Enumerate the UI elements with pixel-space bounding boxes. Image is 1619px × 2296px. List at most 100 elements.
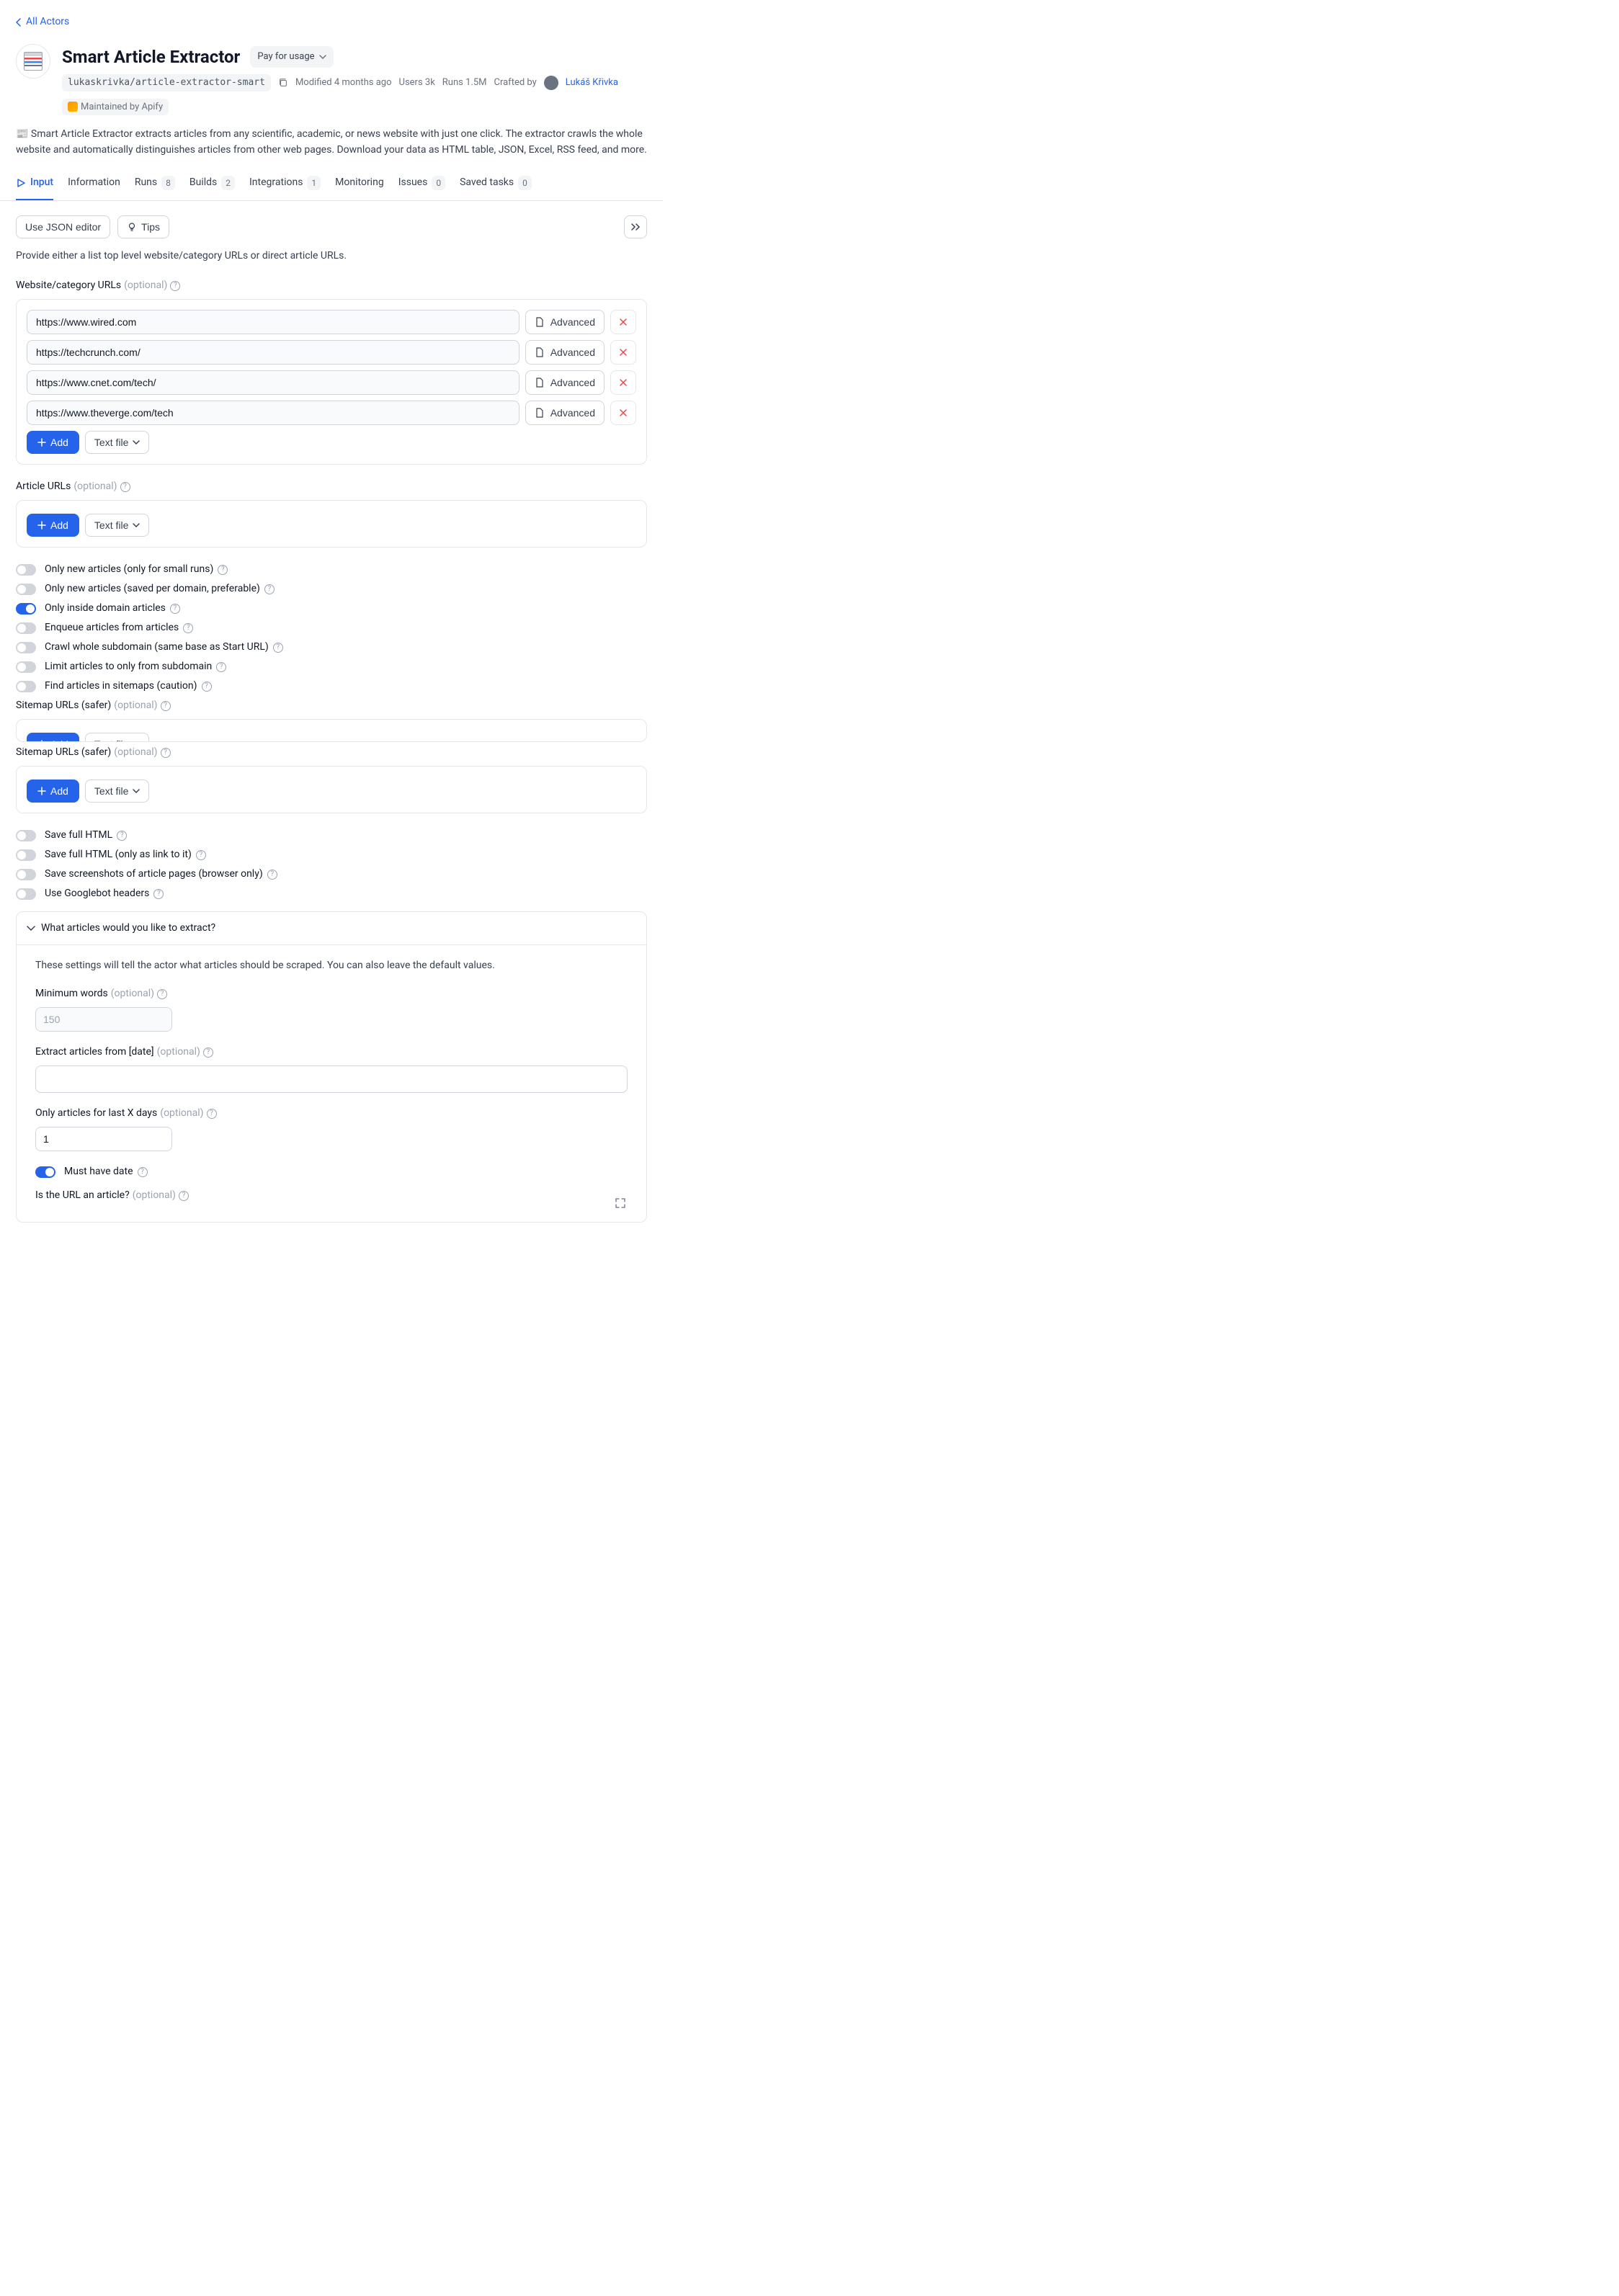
last-x-days-label: Only articles for last X days (optional)… [35, 1106, 628, 1121]
toggle-save-screenshots[interactable] [16, 869, 36, 880]
back-link[interactable]: All Actors [16, 14, 69, 30]
delete-button[interactable] [610, 370, 636, 395]
advanced-button[interactable]: Advanced [525, 310, 605, 334]
users-label: Users 3k [399, 76, 435, 90]
chevron-down-icon [133, 789, 140, 793]
help-icon[interactable]: ? [264, 584, 275, 594]
url-input[interactable] [27, 340, 519, 365]
text-file-button[interactable]: Text file [85, 514, 149, 537]
toggle-only-inside-domain[interactable] [16, 603, 36, 615]
tab-monitoring[interactable]: Monitoring [335, 168, 384, 200]
add-button[interactable]: Add [27, 514, 79, 537]
delete-button[interactable] [610, 310, 636, 334]
extract-date-input[interactable] [35, 1066, 628, 1093]
tab-integrations[interactable]: Integrations1 [249, 168, 321, 200]
help-icon[interactable]: ? [183, 623, 193, 633]
text-file-button[interactable]: Text file [85, 780, 149, 803]
min-words-label: Minimum words (optional) ? [35, 986, 628, 1001]
toggle-crawl-subdomain[interactable] [16, 642, 36, 653]
url-row: Advanced [27, 340, 636, 365]
last-x-days-input[interactable] [36, 1127, 172, 1151]
help-icon[interactable]: ? [203, 1048, 213, 1058]
modified-label: Modified 4 months ago [295, 76, 392, 90]
toggle-only-new-small[interactable] [16, 564, 36, 576]
plus-icon [37, 438, 46, 447]
help-icon[interactable]: ? [161, 748, 171, 758]
help-icon[interactable]: ? [120, 482, 130, 492]
help-icon[interactable]: ? [202, 682, 212, 692]
add-button[interactable]: Add [27, 431, 79, 454]
tab-builds[interactable]: Builds2 [189, 168, 235, 200]
toggle-googlebot[interactable] [16, 888, 36, 900]
url-input[interactable] [27, 401, 519, 425]
toggle-find-sitemaps[interactable] [16, 681, 36, 692]
close-icon [619, 408, 628, 417]
tab-input[interactable]: Input [16, 168, 53, 200]
section-header[interactable]: What articles would you like to extract? [16, 911, 647, 945]
author-link[interactable]: Lukáš Křivka [566, 76, 618, 90]
help-icon[interactable]: ? [170, 281, 180, 291]
tips-button[interactable]: Tips [117, 215, 169, 238]
help-icon[interactable]: ? [157, 989, 167, 999]
tab-issues[interactable]: Issues0 [398, 168, 445, 200]
advanced-button[interactable]: Advanced [525, 340, 605, 365]
chevron-down-icon [27, 926, 35, 932]
chevron-double-right-icon [630, 223, 641, 231]
advanced-button[interactable]: Advanced [525, 401, 605, 425]
toggle-enqueue[interactable] [16, 622, 36, 634]
add-button[interactable]: Add [27, 780, 79, 803]
help-icon[interactable]: ? [216, 662, 226, 672]
plus-icon [37, 521, 46, 530]
help-icon[interactable]: ? [273, 643, 283, 653]
runs-label: Runs 1.5M [442, 76, 487, 90]
chevron-down-icon [319, 55, 326, 59]
toggle-must-have-date[interactable] [35, 1166, 55, 1178]
section-body: These settings will tell the actor what … [16, 945, 647, 1223]
help-icon[interactable]: ? [207, 1109, 217, 1119]
pricing-badge[interactable]: Pay for usage [250, 46, 333, 68]
tab-runs[interactable]: Runs8 [135, 168, 175, 200]
sitemap-urls-label: Sitemap URLs (safer) (optional) ? [16, 698, 647, 713]
help-icon[interactable]: ? [170, 604, 180, 614]
toggle-save-html-link[interactable] [16, 849, 36, 861]
min-words-input[interactable] [36, 1008, 172, 1031]
document-icon [535, 347, 545, 357]
close-icon [619, 318, 628, 326]
toggle-only-new-domain[interactable] [16, 584, 36, 595]
description: 📰 Smart Article Extractor extracts artic… [16, 127, 647, 158]
url-input[interactable] [27, 310, 519, 334]
play-icon [16, 178, 26, 188]
expand-button[interactable] [624, 215, 647, 238]
toggle-save-html[interactable] [16, 830, 36, 841]
help-icon[interactable]: ? [267, 870, 277, 880]
crafted-by-label: Crafted by [494, 76, 536, 90]
delete-button[interactable] [610, 340, 636, 365]
help-icon[interactable]: ? [138, 1167, 148, 1177]
text-file-button[interactable]: Text file [85, 431, 149, 454]
toggle-limit-subdomain[interactable] [16, 661, 36, 673]
help-icon[interactable]: ? [218, 565, 228, 575]
website-urls-panel: Advanced Advanced Advanced Advanced Add … [16, 299, 647, 465]
text-file-button[interactable]: Text file [85, 733, 149, 742]
maintained-badge: Maintained by Apify [62, 99, 169, 116]
copy-icon[interactable] [278, 78, 288, 88]
tab-information[interactable]: Information [68, 168, 120, 200]
article-urls-panel: Add Text file [16, 500, 647, 548]
json-editor-button[interactable]: Use JSON editor [16, 215, 110, 238]
extract-date-label: Extract articles from [date] (optional) … [35, 1045, 628, 1060]
help-icon[interactable]: ? [179, 1191, 189, 1201]
add-button[interactable]: Add [27, 733, 79, 742]
document-icon [535, 317, 545, 327]
sitemap-urls-panel-clipped: Add Text file [16, 719, 647, 742]
help-icon[interactable]: ? [117, 831, 127, 841]
delete-button[interactable] [610, 401, 636, 425]
expand-icon[interactable] [615, 1197, 626, 1209]
help-icon[interactable]: ? [196, 850, 206, 860]
tab-saved-tasks[interactable]: Saved tasks0 [460, 168, 532, 200]
url-input[interactable] [27, 370, 519, 395]
url-row: Advanced [27, 370, 636, 395]
help-icon[interactable]: ? [153, 889, 164, 899]
advanced-button[interactable]: Advanced [525, 370, 605, 395]
plus-icon [37, 787, 46, 795]
help-icon[interactable]: ? [161, 701, 171, 711]
